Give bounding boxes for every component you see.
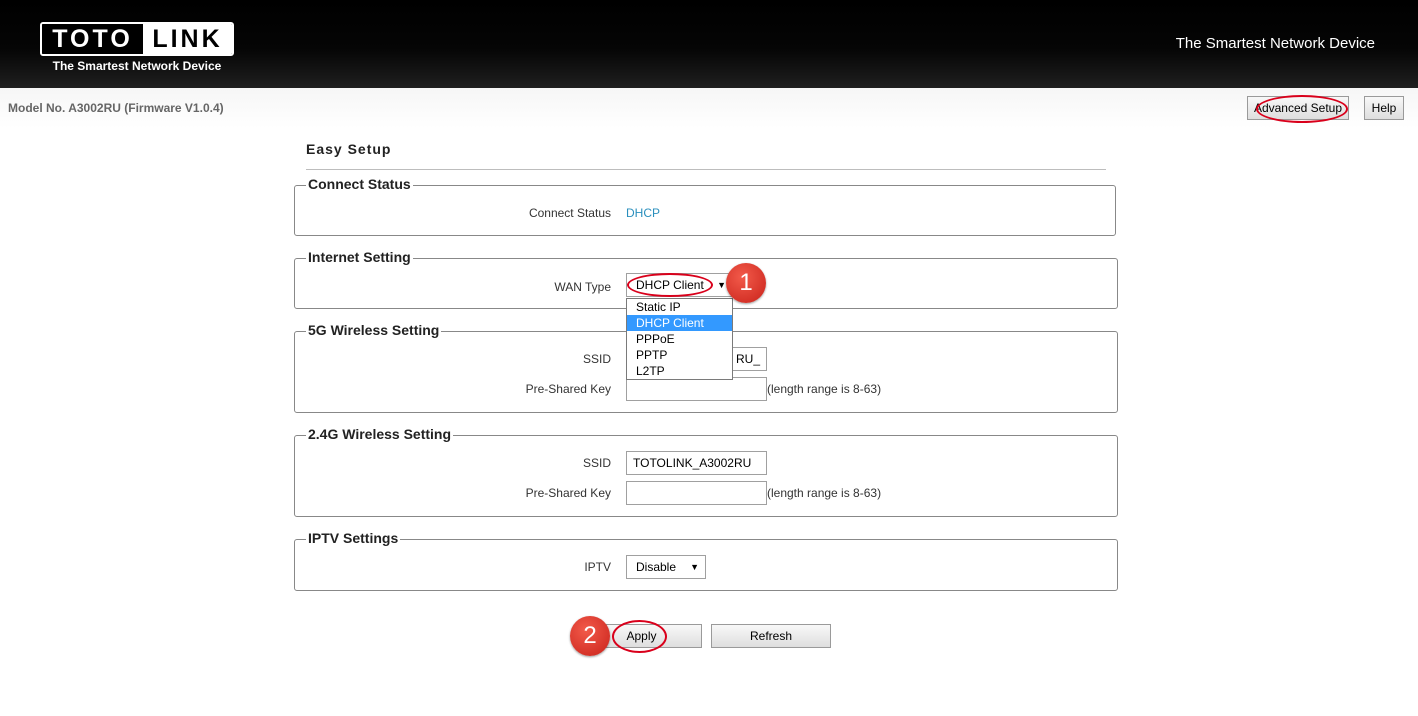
page-title: Easy Setup <box>306 141 392 157</box>
model-info: Model No. A3002RU (Firmware V1.0.4) <box>8 101 224 115</box>
wan-option-dhcp-client[interactable]: DHCP Client <box>627 315 732 331</box>
header-banner: TOTO LINK The Smartest Network Device Th… <box>0 0 1418 88</box>
ssid-24g-input[interactable]: TOTOLINK_A3002RU <box>626 451 767 475</box>
ssid-5g-value: RU_ <box>735 352 760 366</box>
wireless-24g-legend: 2.4G Wireless Setting <box>306 426 454 442</box>
wireless-5g-legend: 5G Wireless Setting <box>306 322 442 338</box>
title-divider <box>306 169 1106 170</box>
wan-type-label: WAN Type <box>554 280 611 294</box>
psk-5g-label: Pre-Shared Key <box>525 382 611 396</box>
internet-setting-legend: Internet Setting <box>306 249 413 265</box>
psk-5g-input[interactable] <box>626 377 767 401</box>
connect-status-value: DHCP <box>626 206 661 220</box>
psk-24g-input[interactable] <box>626 481 767 505</box>
wan-type-selected: DHCP Client <box>636 278 704 292</box>
iptv-label: IPTV <box>584 560 611 574</box>
logo-left-text: TOTO <box>42 24 143 54</box>
help-button[interactable]: Help <box>1364 96 1404 120</box>
step-2-badge: 2 <box>570 616 610 656</box>
psk-24g-hint: (length range is 8-63) <box>767 486 882 500</box>
dropdown-arrow-icon: ▼ <box>690 562 699 572</box>
psk-24g-label: Pre-Shared Key <box>525 486 611 500</box>
logo-tagline: The Smartest Network Device <box>52 59 222 73</box>
wan-type-dropdown: Static IP DHCP Client PPPoE PPTP L2TP <box>626 298 733 380</box>
connect-status-legend: Connect Status <box>306 176 413 192</box>
iptv-section: IPTV Settings IPTV <box>294 530 1118 591</box>
advanced-setup-button[interactable]: Advanced Setup <box>1247 96 1349 120</box>
iptv-selected: Disable <box>636 560 677 574</box>
logo-right-text: LINK <box>143 24 232 54</box>
wan-type-select[interactable]: DHCP Client ▼ <box>626 273 733 297</box>
connect-status-label: Connect Status <box>528 206 611 220</box>
connect-status-section: Connect Status Connect Status DHCP <box>294 176 1116 236</box>
iptv-legend: IPTV Settings <box>306 530 401 546</box>
iptv-select[interactable]: Disable ▼ <box>626 555 706 579</box>
step-1-badge: 1 <box>726 263 766 303</box>
logo-box: TOTO LINK <box>40 22 234 56</box>
refresh-button[interactable]: Refresh <box>711 624 831 648</box>
psk-5g-hint: (length range is 8-63) <box>767 382 882 396</box>
wan-option-pppoe[interactable]: PPPoE <box>627 331 732 347</box>
ssid-5g-label: SSID <box>582 352 611 366</box>
model-bar: Model No. A3002RU (Firmware V1.0.4) <box>0 88 1418 128</box>
wan-option-static-ip[interactable]: Static IP <box>627 299 732 315</box>
ssid-24g-label: SSID <box>582 456 611 470</box>
wan-option-l2tp[interactable]: L2TP <box>627 363 732 379</box>
header-tagline: The Smartest Network Device <box>1175 35 1375 52</box>
dropdown-arrow-icon: ▼ <box>717 280 726 290</box>
wan-option-pptp[interactable]: PPTP <box>627 347 732 363</box>
totolink-logo: TOTO LINK The Smartest Network Device <box>40 22 234 73</box>
